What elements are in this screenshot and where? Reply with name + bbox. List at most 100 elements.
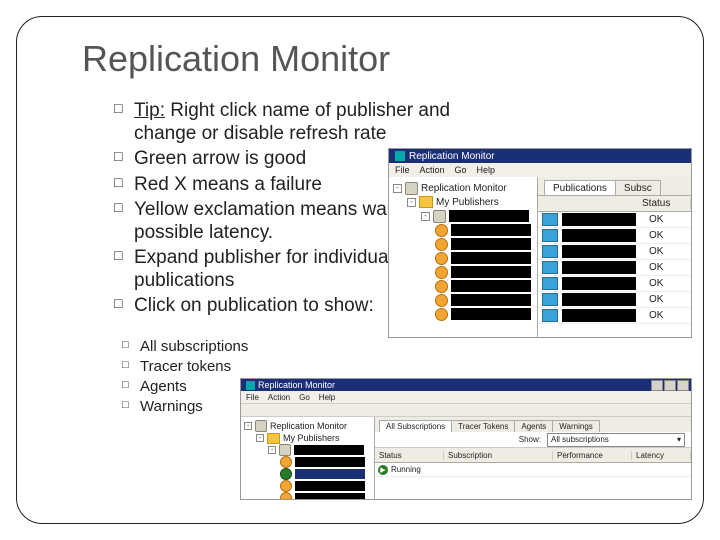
status-value: OK [649,294,691,305]
tab-all-subscriptions[interactable]: All Subscriptions [379,420,452,432]
tree-publication[interactable] [280,492,372,500]
grid: Status OK OK OK OK OK OK OK [538,195,691,324]
window-title: Replication Monitor [258,380,335,390]
tab-tracer-tokens[interactable]: Tracer Tokens [451,420,515,432]
publication-icon [435,308,448,321]
filter-bar: Show: All subscriptions ▾ [375,432,691,448]
tree-label: Replication Monitor [270,421,347,431]
menu-item[interactable]: Go [455,165,467,175]
tree-group[interactable]: - My Publishers [256,432,372,444]
tree-root[interactable]: - Replication Monitor [393,181,535,195]
redacted-text [451,308,531,320]
screenshot-publications: Replication Monitor File Action Go Help … [388,148,692,338]
collapse-icon[interactable]: - [268,446,276,454]
chevron-down-icon: ▾ [677,435,681,444]
tree-publication[interactable] [435,293,535,307]
tree-publication[interactable] [435,251,535,265]
publication-icon [435,266,448,279]
tree-group[interactable]: - My Publishers [407,195,535,209]
tree-publication[interactable] [435,279,535,293]
publication-grid-icon [542,261,558,274]
filter-select[interactable]: All subscriptions ▾ [547,433,685,447]
grid-row[interactable]: OK [538,292,691,308]
maximize-button[interactable] [664,380,676,391]
collapse-icon[interactable]: - [407,198,416,207]
menu-item[interactable]: File [395,165,410,175]
bullet-text: Expand publisher for individual publicat… [134,247,393,291]
window-title: Replication Monitor [409,151,495,162]
grid-row[interactable]: OK [538,244,691,260]
tree-publication[interactable] [435,223,535,237]
status-value: OK [649,278,691,289]
redacted-text [451,266,531,278]
collapse-icon[interactable]: - [244,422,252,430]
tree-publication[interactable] [435,265,535,279]
menu-item[interactable]: Go [299,393,310,402]
tree-pane: - Replication Monitor - My Publishers - [389,177,538,337]
redacted-text [451,280,531,292]
publication-grid-icon [542,245,558,258]
tree-publication[interactable] [435,237,535,251]
menu-item[interactable]: File [246,393,259,402]
redacted-text [562,277,636,290]
redacted-text [451,294,531,306]
tree-publication[interactable] [280,456,372,468]
collapse-icon[interactable]: - [256,434,264,442]
grid-row[interactable]: OK [538,260,691,276]
grid-row[interactable]: OK [538,212,691,228]
tree-publication[interactable] [435,307,535,321]
publication-grid-icon [542,213,558,226]
publication-grid-icon [542,229,558,242]
status-value: Running [391,465,437,474]
tab-bar: All Subscriptions Tracer Tokens Agents W… [375,417,691,432]
menubar: File Action Go Help [389,163,691,177]
slide-title: Replication Monitor [82,38,682,80]
tree-root[interactable]: - Replication Monitor [244,420,372,432]
slide: Replication Monitor Tip: Right click nam… [0,0,720,540]
grid-pane: Publications Subsc Status OK OK OK OK OK… [538,177,691,337]
close-button[interactable] [677,380,689,391]
publication-grid-icon [542,309,558,322]
grid-row[interactable]: OK [538,308,691,324]
tab-agents[interactable]: Agents [514,420,553,432]
server-icon [255,420,267,432]
tree-label: Replication Monitor [421,183,507,194]
menu-item[interactable]: Action [268,393,290,402]
grid-row[interactable]: OK [538,276,691,292]
redacted-text [295,481,365,491]
menu-item[interactable]: Help [477,165,496,175]
server-icon [279,444,291,456]
menubar: File Action Go Help [241,391,691,403]
tree-publisher[interactable]: - [268,444,372,456]
tree-publication-selected[interactable] [280,468,372,480]
sub-bullet-item: All subscriptions [140,337,650,356]
redacted-text [295,457,365,467]
tab-subscriptions[interactable]: Subsc [615,180,661,195]
toolbar [241,403,691,417]
col-status: Status [375,451,444,460]
grid-row[interactable]: OK [538,228,691,244]
bullet-prefix: Tip: [134,100,165,121]
tree-label: My Publishers [283,433,340,443]
publication-icon [280,480,292,492]
menu-item[interactable]: Action [420,165,445,175]
menu-item[interactable]: Help [319,393,335,402]
tree-publisher[interactable]: - [421,209,535,223]
publication-icon [435,224,448,237]
minimize-button[interactable] [651,380,663,391]
publication-icon [435,252,448,265]
tab-publications[interactable]: Publications [544,180,616,195]
collapse-icon[interactable]: - [393,184,402,193]
app-icon [246,381,255,390]
grid-row[interactable]: ▶ Running [375,463,691,477]
tree-publication[interactable] [280,480,372,492]
publication-icon [435,294,448,307]
publication-icon [280,492,292,500]
server-icon [405,182,418,195]
bullet-text: Click on publication to show: [134,295,374,316]
filter-value: All subscriptions [551,435,609,444]
tab-warnings[interactable]: Warnings [552,420,600,432]
publication-grid-icon [542,293,558,306]
collapse-icon[interactable]: - [421,212,430,221]
bullet-item: Tip: Right click name of publisher and c… [134,99,454,145]
